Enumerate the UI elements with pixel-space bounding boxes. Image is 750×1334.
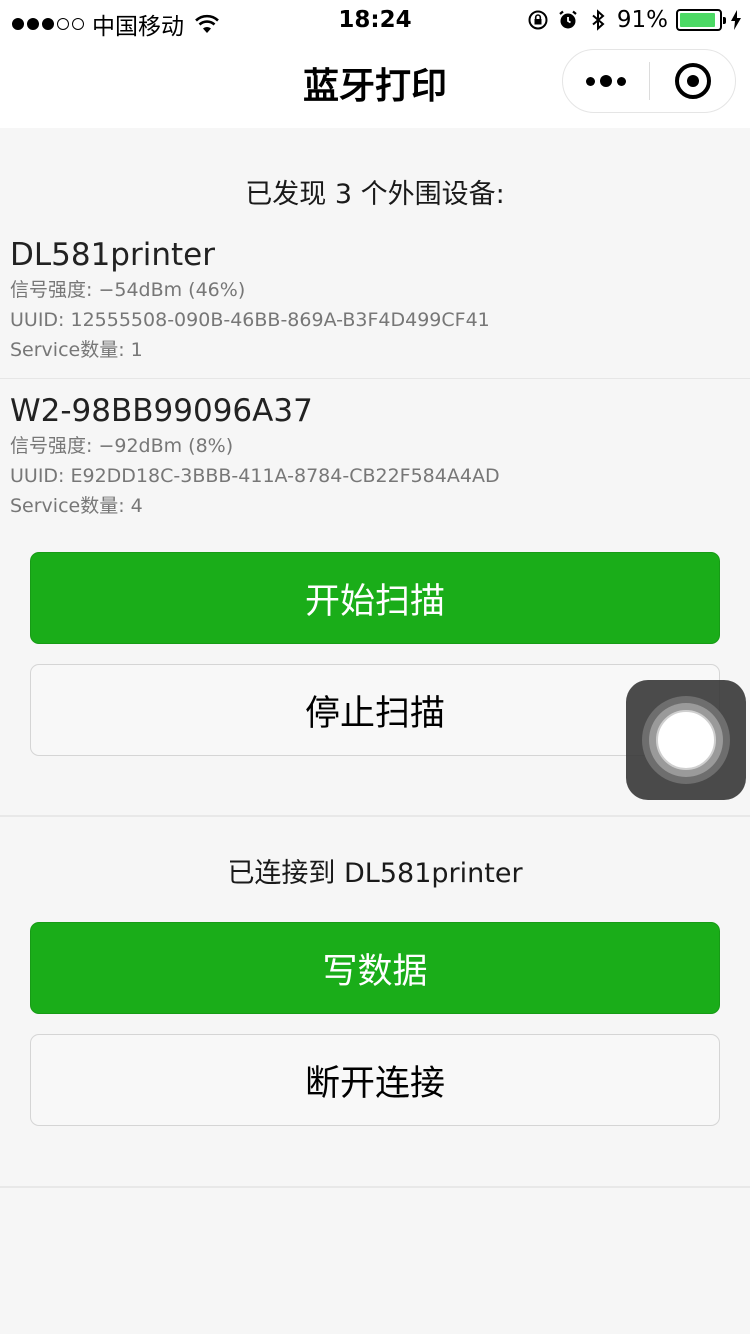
device-signal: 信号强度: −92dBm (8%) [10,435,234,457]
device-uuid: UUID: E92DD18C-3BBB-411A-8784-CB22F584A4… [10,465,500,487]
mini-program-capsule [562,49,736,113]
assistive-touch-button[interactable] [626,680,746,800]
device-name: DL581printer [10,237,215,273]
charging-bolt-icon [731,10,741,30]
assistive-touch-icon [642,696,730,784]
device-service-count: Service数量: 1 [10,339,143,361]
nav-bar: 蓝牙打印 [0,40,750,128]
device-item[interactable]: W2-98BB99096A37 信号强度: −92dBm (8%) UUID: … [0,391,750,521]
target-icon [674,63,711,99]
device-signal: 信号强度: −54dBm (46%) [10,279,246,301]
start-scan-button[interactable]: 开始扫描 [30,552,720,644]
rotation-lock-icon [528,10,548,30]
section-divider [0,1186,750,1188]
battery-fill [680,13,715,27]
more-button[interactable] [563,50,649,112]
device-item[interactable]: DL581printer 信号强度: −54dBm (46%) UUID: 12… [0,235,750,365]
battery-icon [676,9,726,31]
battery-percent: 91% [616,7,668,33]
device-uuid: UUID: 12555508-090B-46BB-869A-B3F4D499CF… [10,309,490,331]
section-divider [0,815,750,817]
more-dot-icon [586,76,595,86]
device-service-count: Service数量: 4 [10,495,143,517]
disconnect-button[interactable]: 断开连接 [30,1034,720,1126]
more-dot-icon [600,75,612,87]
bluetooth-icon [592,9,605,31]
device-name: W2-98BB99096A37 [10,393,313,429]
write-data-button[interactable]: 写数据 [30,922,720,1014]
alarm-icon [559,10,577,29]
close-button[interactable] [650,50,735,112]
list-divider [0,378,750,379]
status-right: 91% [527,7,742,33]
discovery-heading: 已发现 3 个外围设备: [245,179,505,210]
connection-status: 已连接到 DL581printer [227,858,523,889]
stop-scan-button[interactable]: 停止扫描 [30,664,720,756]
more-dot-icon [617,76,626,86]
status-bar: 中国移动 18:24 91% [0,0,750,40]
